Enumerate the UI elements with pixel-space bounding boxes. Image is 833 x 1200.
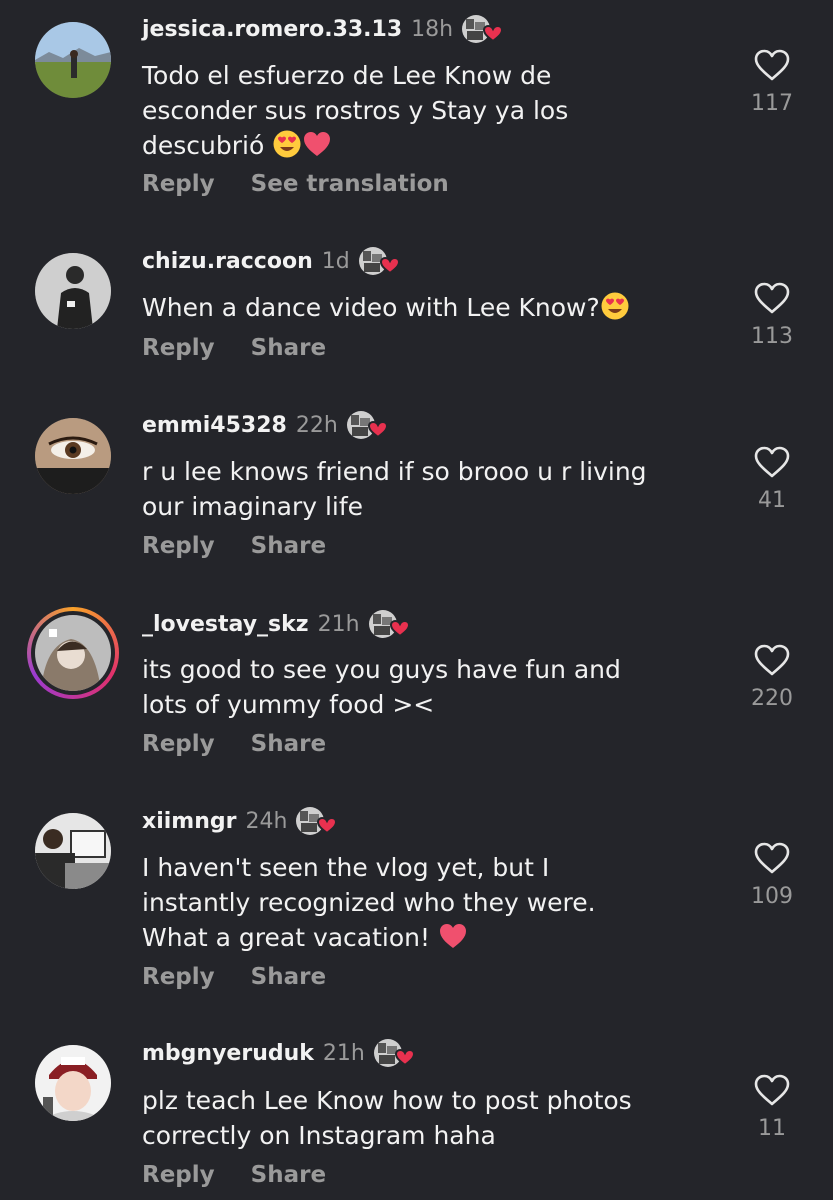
- comment-header: _lovestay_skz 21h: [142, 609, 414, 639]
- comment-text: Todo el esfuerzo de Lee Know de esconder…: [142, 58, 722, 163]
- comment-actions: Reply Share: [142, 964, 362, 990]
- timestamp: 1d: [321, 248, 350, 274]
- username[interactable]: chizu.raccoon: [142, 249, 313, 274]
- heart-outline-icon[interactable]: [754, 49, 790, 81]
- like-count: 113: [751, 324, 793, 349]
- comment-line: correctly on Instagram haha: [142, 1121, 496, 1150]
- avatar-story-ring[interactable]: [27, 607, 119, 699]
- share-button[interactable]: Share: [251, 533, 326, 559]
- like-count: 41: [758, 488, 786, 513]
- like-control: 113: [740, 282, 804, 349]
- comment-actions: Reply Share: [142, 335, 362, 361]
- heart-eyes-emoji-icon: [600, 291, 630, 321]
- creator-liked-heart-icon: [358, 246, 404, 276]
- avatar[interactable]: [35, 813, 111, 889]
- comment-line: lots of yummy food ><: [142, 690, 435, 719]
- comment-text: plz teach Lee Know how to post photos co…: [142, 1083, 722, 1153]
- avatar-ring-gap: [31, 611, 115, 695]
- creator-liked-heart-icon: [295, 806, 341, 836]
- timestamp: 22h: [295, 412, 338, 438]
- share-button[interactable]: Share: [251, 964, 326, 990]
- avatar: [35, 615, 111, 691]
- comment-line-text: What a great vacation!: [142, 923, 431, 952]
- see-translation-button[interactable]: See translation: [251, 171, 449, 197]
- like-control: 11: [740, 1074, 804, 1141]
- avatar[interactable]: [35, 1045, 111, 1121]
- comment-line: Todo el esfuerzo de Lee Know de: [142, 61, 552, 90]
- comment-header: mbgnyeruduk 21h: [142, 1038, 419, 1068]
- avatar[interactable]: [35, 22, 111, 98]
- comment-line: When a dance video with Lee Know?: [142, 290, 722, 325]
- username[interactable]: _lovestay_skz: [142, 612, 309, 637]
- comment-line: its good to see you guys have fun and: [142, 655, 621, 684]
- creator-liked-heart-icon: [346, 410, 392, 440]
- like-control: 109: [740, 842, 804, 909]
- comment-text: its good to see you guys have fun and lo…: [142, 652, 722, 722]
- reply-button[interactable]: Reply: [142, 731, 215, 757]
- comment-line: r u lee knows friend if so brooo u r liv…: [142, 457, 647, 486]
- username[interactable]: emmi45328: [142, 413, 287, 438]
- comment-line: What a great vacation!: [142, 920, 722, 955]
- comment-actions: Reply See translation: [142, 171, 485, 197]
- timestamp: 21h: [322, 1040, 365, 1066]
- comment-line: plz teach Lee Know how to post photos: [142, 1086, 632, 1115]
- comment-line-text: When a dance video with Lee Know?: [142, 293, 600, 322]
- heart-outline-icon[interactable]: [754, 842, 790, 874]
- comment-line: descubrió: [142, 128, 722, 163]
- avatar[interactable]: [35, 418, 111, 494]
- like-count: 109: [751, 884, 793, 909]
- comment-line: esconder sus rostros y Stay ya los: [142, 96, 569, 125]
- creator-liked-heart-icon: [368, 609, 414, 639]
- reply-button[interactable]: Reply: [142, 1162, 215, 1188]
- comment-actions: Reply Share: [142, 533, 362, 559]
- comment-header: emmi45328 22h: [142, 410, 392, 440]
- username[interactable]: mbgnyeruduk: [142, 1041, 314, 1066]
- like-count: 117: [751, 91, 793, 116]
- reply-button[interactable]: Reply: [142, 335, 215, 361]
- username[interactable]: jessica.romero.33.13: [142, 17, 402, 42]
- timestamp: 21h: [317, 611, 360, 637]
- comment-line: our imaginary life: [142, 492, 364, 521]
- like-count: 11: [758, 1116, 786, 1141]
- heart-emoji-icon: [438, 921, 468, 951]
- reply-button[interactable]: Reply: [142, 533, 215, 559]
- heart-emoji-icon: [302, 129, 332, 159]
- timestamp: 24h: [245, 808, 288, 834]
- comment-actions: Reply Share: [142, 731, 362, 757]
- heart-outline-icon[interactable]: [754, 282, 790, 314]
- comment-text: r u lee knows friend if so brooo u r liv…: [142, 454, 722, 524]
- comment-line: I haven't seen the vlog yet, but I: [142, 853, 550, 882]
- like-control: 117: [740, 49, 804, 116]
- comment-text: I haven't seen the vlog yet, but I insta…: [142, 850, 722, 955]
- share-button[interactable]: Share: [251, 731, 326, 757]
- share-button[interactable]: Share: [251, 335, 326, 361]
- heart-outline-icon[interactable]: [754, 446, 790, 478]
- avatar[interactable]: [35, 253, 111, 329]
- reply-button[interactable]: Reply: [142, 964, 215, 990]
- reply-button[interactable]: Reply: [142, 171, 215, 197]
- username[interactable]: xiimngr: [142, 809, 236, 834]
- share-button[interactable]: Share: [251, 1162, 326, 1188]
- like-control: 220: [740, 644, 804, 711]
- heart-outline-icon[interactable]: [754, 644, 790, 676]
- creator-liked-heart-icon: [373, 1038, 419, 1068]
- comment-header: chizu.raccoon 1d: [142, 246, 404, 276]
- comment-line: instantly recognized who they were.: [142, 888, 596, 917]
- comment-header: xiimngr 24h: [142, 806, 341, 836]
- comment-text: When a dance video with Lee Know?: [142, 290, 722, 325]
- comment-header: jessica.romero.33.13 18h: [142, 14, 507, 44]
- like-count: 220: [751, 686, 793, 711]
- timestamp: 18h: [411, 16, 454, 42]
- creator-liked-heart-icon: [461, 14, 507, 44]
- comment-line-text: descubrió: [142, 131, 265, 160]
- comment-actions: Reply Share: [142, 1162, 362, 1188]
- heart-outline-icon[interactable]: [754, 1074, 790, 1106]
- like-control: 41: [740, 446, 804, 513]
- heart-eyes-emoji-icon: [272, 129, 302, 159]
